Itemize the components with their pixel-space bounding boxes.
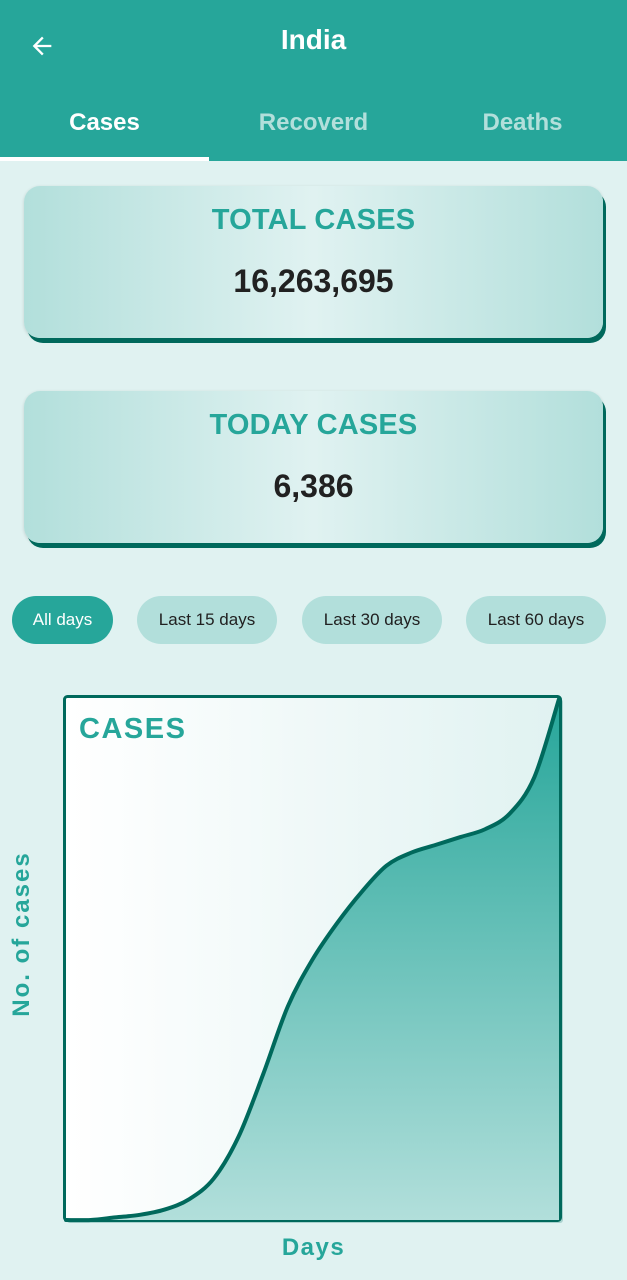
tab-deaths[interactable]: Deaths — [418, 100, 627, 161]
chip-last-60-days[interactable]: Last 60 days — [466, 596, 606, 644]
chip-last-15-days[interactable]: Last 15 days — [137, 596, 277, 644]
total-cases-card: TOTAL CASES 16,263,695 — [24, 186, 603, 338]
today-cases-value: 6,386 — [273, 468, 354, 504]
range-filter-chips: All days Last 15 days Last 30 days Last … — [12, 596, 612, 644]
today-cases-label: TODAY CASES — [209, 409, 418, 441]
today-cases-card: TODAY CASES 6,386 — [24, 391, 603, 543]
x-axis-label: Days — [281, 1234, 346, 1261]
tab-cases[interactable]: Cases — [0, 100, 209, 161]
tab-recovered[interactable]: Recoverd — [209, 100, 418, 161]
page-title: India — [280, 24, 347, 55]
y-axis-label: No. of cases — [8, 851, 35, 1017]
chip-all-days[interactable]: All days — [12, 596, 113, 644]
cases-chart: CASES — [63, 695, 564, 1224]
total-cases-label: TOTAL CASES — [211, 204, 416, 236]
total-cases-value: 16,263,695 — [233, 263, 394, 299]
chart-title: CASES — [79, 713, 186, 745]
tab-bar: Cases Recoverd Deaths — [0, 100, 627, 161]
chip-last-30-days[interactable]: Last 30 days — [302, 596, 442, 644]
app-bar: India Cases Recoverd Deaths — [0, 0, 627, 161]
cases-chart-svg: CASES — [63, 695, 563, 1223]
